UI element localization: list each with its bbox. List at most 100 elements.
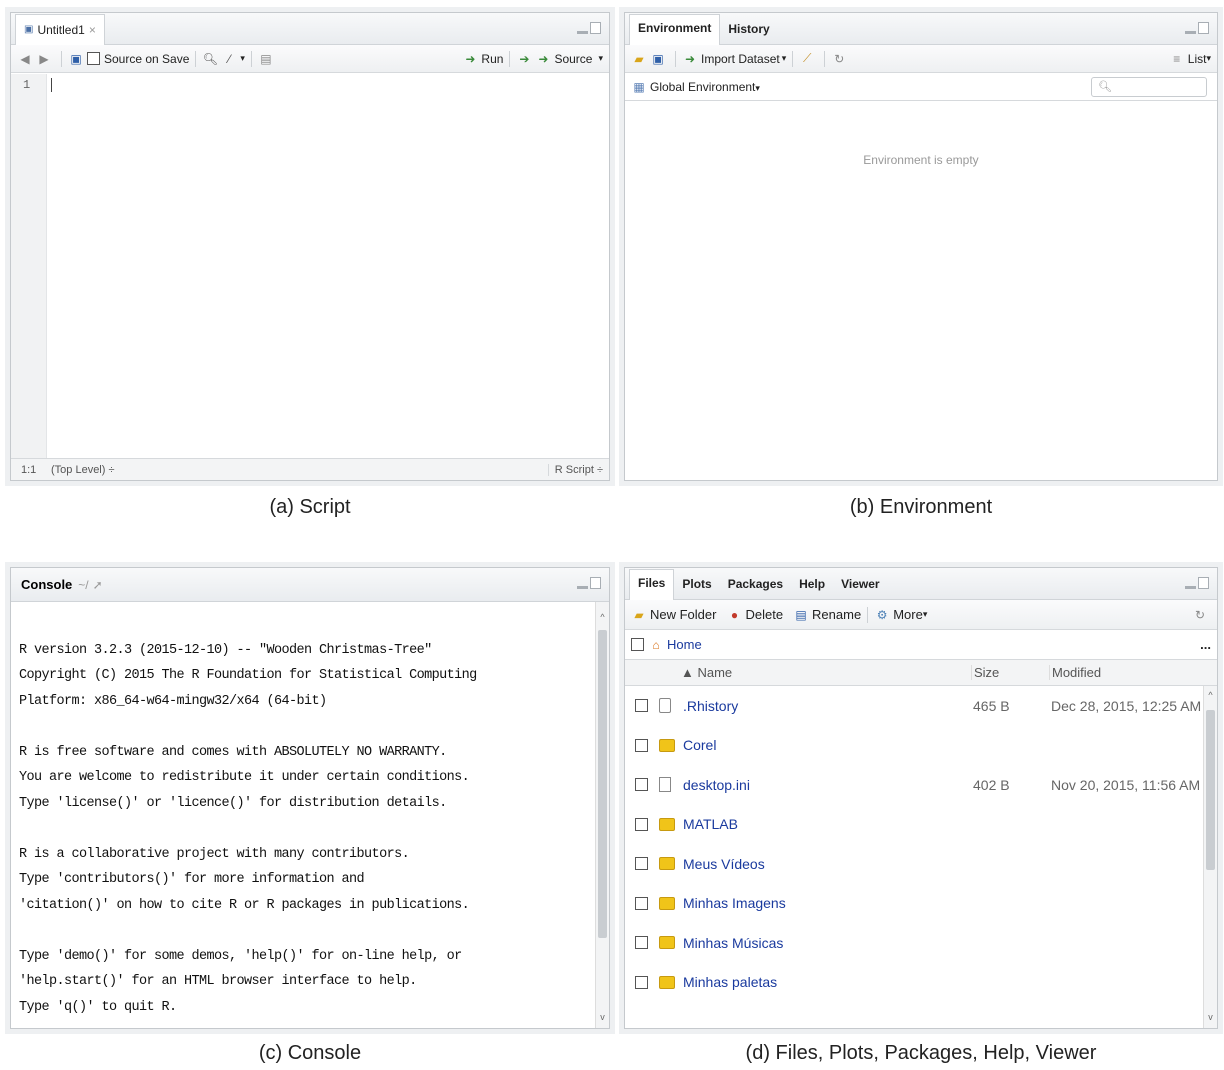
back-icon[interactable]: ◀ <box>17 51 33 67</box>
maximize-icon[interactable] <box>590 22 601 34</box>
window-controls[interactable] <box>577 22 601 34</box>
scroll-down-arrow[interactable]: v <box>596 1012 609 1022</box>
new-folder-icon: ▰ <box>634 607 644 622</box>
tab-help[interactable]: Help <box>791 571 833 597</box>
global-environment-dropdown[interactable]: Global Environment▾ <box>650 80 760 94</box>
console-line: R version 3.2.3 (2015-12-10) -- "Wooden … <box>19 642 432 658</box>
run-button[interactable]: ➜ Run <box>462 51 503 67</box>
scroll-up-arrow[interactable]: ^ <box>596 612 609 622</box>
save-icon[interactable]: ▣ <box>68 51 84 67</box>
scroll-up-arrow[interactable]: ^ <box>1204 690 1217 700</box>
file-checkbox[interactable] <box>635 817 648 831</box>
more-button[interactable]: ⚙ More ▾ <box>874 607 928 623</box>
file-row[interactable]: .Rhistory 465 B Dec 28, 2015, 12:25 AM <box>625 686 1203 726</box>
file-name-link[interactable]: Minhas Músicas <box>683 935 783 951</box>
go-to-directory-icon[interactable]: ➚ <box>93 578 103 592</box>
files-toolbar: ▰ New Folder ● Delete ▤ Rename ⚙ More ▾ ↻ <box>625 600 1217 630</box>
console-line: You are welcome to redistribute it under… <box>19 770 470 785</box>
file-row[interactable]: Corel <box>625 726 1203 766</box>
file-type-selector[interactable]: R Script ÷ <box>547 463 609 476</box>
separator <box>675 50 676 67</box>
script-tab[interactable]: ▣ Untitled1 × <box>15 13 105 45</box>
file-name-link[interactable]: Minhas paletas <box>683 974 777 990</box>
scroll-thumb[interactable] <box>598 630 607 938</box>
window-controls[interactable] <box>1185 22 1209 34</box>
rename-button[interactable]: ▤ Rename <box>793 607 861 623</box>
file-name-link[interactable]: MATLAB <box>683 816 738 832</box>
file-checkbox[interactable] <box>635 936 648 950</box>
console-line: Copyright (C) 2015 The R Foundation for … <box>19 668 477 683</box>
window-controls[interactable] <box>577 577 601 589</box>
tab-viewer[interactable]: Viewer <box>833 571 887 597</box>
file-checkbox[interactable] <box>635 896 648 910</box>
file-checkbox[interactable] <box>635 778 648 792</box>
maximize-icon[interactable] <box>1198 22 1209 34</box>
file-checkbox[interactable] <box>635 738 648 752</box>
minimize-icon[interactable] <box>1185 31 1196 34</box>
file-row[interactable]: Minhas Músicas <box>625 923 1203 963</box>
new-folder-button[interactable]: ▰ New Folder <box>631 607 716 623</box>
file-row[interactable]: desktop.ini 402 B Nov 20, 2015, 11:56 AM <box>625 765 1203 805</box>
source-on-save-checkbox[interactable] <box>87 52 100 65</box>
minimize-icon[interactable] <box>577 586 588 589</box>
import-dataset-button[interactable]: ➜ Import Dataset ▾ <box>682 51 786 67</box>
file-name-link[interactable]: Minhas Imagens <box>683 895 786 911</box>
file-row[interactable]: Meus Vídeos <box>625 844 1203 884</box>
maximize-icon[interactable] <box>1198 577 1209 589</box>
environment-search-input[interactable]: 🔍︎ <box>1091 76 1207 97</box>
close-icon[interactable]: × <box>89 23 96 37</box>
scroll-down-arrow[interactable]: v <box>1204 1012 1217 1022</box>
breadcrumb-home[interactable]: Home <box>667 637 702 652</box>
separator <box>867 606 869 623</box>
home-icon: ⌂ <box>652 637 660 652</box>
tab-plots[interactable]: Plots <box>674 571 719 597</box>
file-name-link[interactable]: Corel <box>683 737 716 753</box>
column-modified[interactable]: Modified <box>1049 665 1101 680</box>
minimize-icon[interactable] <box>577 31 588 34</box>
maximize-icon[interactable] <box>590 577 601 589</box>
chevron-down-icon[interactable]: ▾ <box>598 53 603 64</box>
console-scrollbar[interactable]: ^ v <box>595 602 609 1028</box>
refresh-icon[interactable]: ↻ <box>831 51 847 67</box>
file-row[interactable]: Minhas paletas <box>625 963 1203 1003</box>
tab-history[interactable]: History <box>720 16 777 42</box>
view-mode-dropdown[interactable]: ≡ List ▾ <box>1169 51 1211 67</box>
file-icon <box>659 777 671 793</box>
file-checkbox[interactable] <box>635 975 648 989</box>
source-button[interactable]: ➜ Source <box>535 51 592 67</box>
wand-icon[interactable]: ⁄ <box>221 51 237 67</box>
tab-environment[interactable]: Environment <box>629 13 721 45</box>
minimize-icon[interactable] <box>1185 586 1196 589</box>
files-scrollbar[interactable]: ^ v <box>1203 686 1217 1028</box>
tab-files[interactable]: Files <box>629 568 675 600</box>
search-icon[interactable]: 🔍︎ <box>202 51 218 67</box>
forward-icon[interactable]: ▶ <box>36 51 52 67</box>
tab-packages[interactable]: Packages <box>720 571 791 597</box>
console-output[interactable]: R version 3.2.3 (2015-12-10) -- "Wooden … <box>19 612 589 1024</box>
refresh-icon[interactable]: ↻ <box>1192 607 1208 623</box>
column-name[interactable]: ▲ Name <box>681 665 732 680</box>
file-row[interactable]: Minhas Imagens <box>625 884 1203 924</box>
environment-panel: Environment History ▰ ▣ ➜ Import Dataset ▾… <box>624 12 1218 481</box>
scroll-thumb[interactable] <box>1206 710 1215 870</box>
editor-area[interactable]: 1 <box>11 74 609 458</box>
file-row[interactable]: MATLAB <box>625 805 1203 845</box>
broom-icon[interactable]: ⟋ <box>799 51 815 67</box>
compile-report-icon[interactable]: ▤ <box>258 51 274 67</box>
file-name-link[interactable]: .Rhistory <box>683 698 738 714</box>
delete-button[interactable]: ● Delete <box>726 607 783 623</box>
file-name-link[interactable]: Meus Vídeos <box>683 856 765 872</box>
scope-selector[interactable]: (Top Level) ÷ <box>51 464 115 476</box>
code-editor[interactable] <box>47 74 609 458</box>
chevron-down-icon[interactable]: ▾ <box>240 53 245 64</box>
open-folder-icon[interactable]: ▰ <box>631 51 647 67</box>
ellipsis-button[interactable]: ... <box>1200 637 1211 652</box>
file-checkbox[interactable] <box>635 699 648 713</box>
rerun-icon[interactable]: ➔ <box>516 51 532 67</box>
file-checkbox[interactable] <box>635 857 648 871</box>
window-controls[interactable] <box>1185 577 1209 589</box>
file-name-link[interactable]: desktop.ini <box>683 777 750 793</box>
save-icon[interactable]: ▣ <box>650 51 666 67</box>
select-all-checkbox[interactable] <box>631 638 644 651</box>
column-size[interactable]: Size <box>971 665 999 680</box>
